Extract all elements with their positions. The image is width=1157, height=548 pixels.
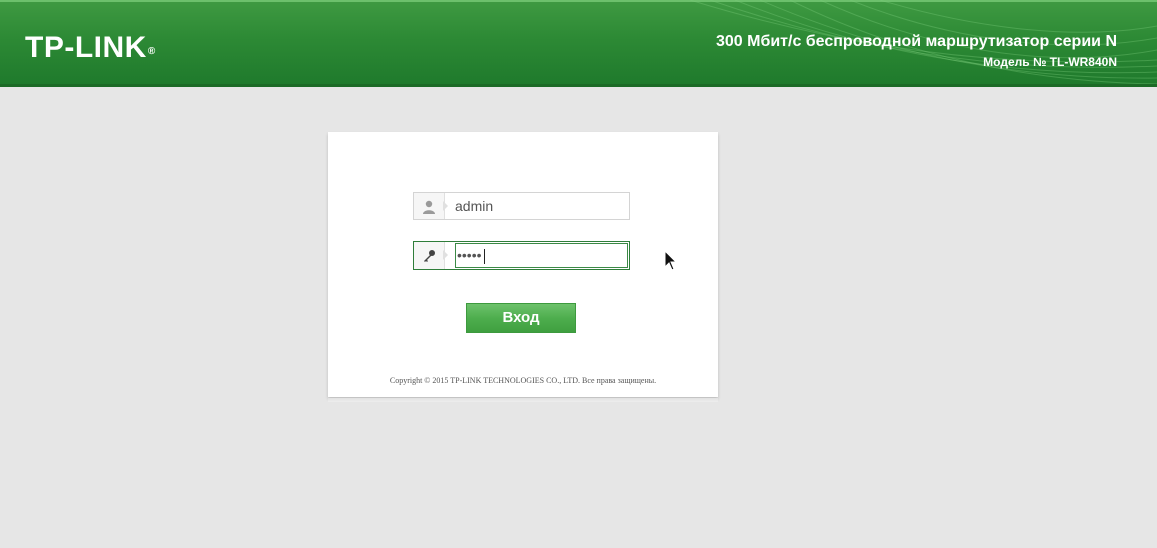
username-input[interactable]: admin [455,193,493,219]
tp-link-logo: TP-LINK® [25,31,156,64]
copyright-text: Copyright © 2015 TP-LINK TECHNOLOGIES CO… [389,376,657,385]
header-banner: TP-LINK® 300 Мбит/с беспроводной маршрут… [0,0,1157,87]
password-mask: ••••• [457,247,482,263]
user-icon [423,200,435,214]
login-button[interactable]: Вход [466,303,576,333]
key-icon [424,250,435,262]
username-icon-cell [414,193,445,219]
mouse-cursor-icon [664,250,678,271]
panel-shadow [328,398,718,402]
product-title: 300 Мбит/с беспроводной маршрутизатор се… [715,33,1117,50]
login-panel: admin ••••• Вход Copyright © 2015 TP-LIN… [328,132,718,402]
password-input[interactable]: ••••• [455,243,628,268]
text-caret [483,248,485,264]
password-field[interactable]: ••••• [413,241,630,270]
model-number: Модель № TL-WR840N [983,55,1117,69]
username-field[interactable]: admin [413,192,630,220]
password-notch [443,250,448,260]
password-icon-cell [414,242,445,269]
username-notch [443,201,448,211]
